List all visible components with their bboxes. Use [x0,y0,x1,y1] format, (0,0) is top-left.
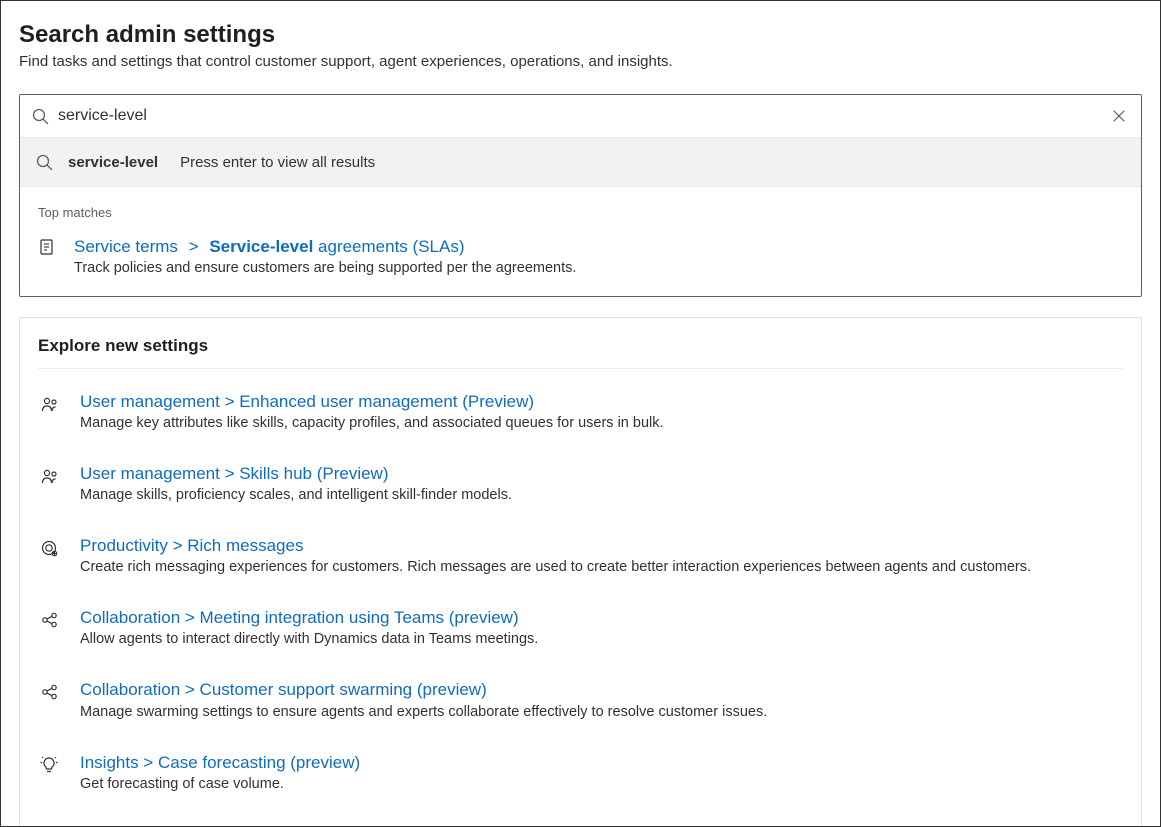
top-match-item: Service terms > Service-level agreements… [38,236,1123,276]
people-icon [38,393,60,415]
search-row [20,95,1141,137]
explore-panel: Explore new settings User management > E… [19,317,1142,827]
explore-link[interactable]: Insights > Case forecasting (preview) [80,752,1123,774]
match-breadcrumb-suffix: agreements (SLAs) [318,237,464,256]
match-breadcrumb-bold: Service-level [209,237,313,256]
explore-item: Collaboration > Meeting integration usin… [38,607,1123,647]
search-box-wrapper: service-level Press enter to view all re… [19,94,1142,297]
chevron-separator: > [189,237,199,256]
explore-content: User management > Skills hub (Preview) Ma… [80,463,1123,503]
explore-content: Productivity > Rich messages Create rich … [80,535,1123,575]
search-suggestion-row[interactable]: service-level Press enter to view all re… [20,137,1141,186]
match-description: Track policies and ensure customers are … [74,260,1123,276]
top-matches-section: Top matches Service terms > Service-leve… [20,186,1141,296]
match-content: Service terms > Service-level agreements… [74,236,1123,276]
clear-search-button[interactable] [1107,104,1131,128]
explore-content: User management > Enhanced user manageme… [80,391,1123,431]
lightbulb-icon [38,754,60,776]
page-title: Search admin settings [19,21,1142,49]
explore-item: User management > Skills hub (Preview) Ma… [38,463,1123,503]
share-icon [38,681,60,703]
share-icon [38,609,60,631]
explore-link[interactable]: Productivity > Rich messages [80,535,1123,557]
admin-settings-search-page: Search admin settings Find tasks and set… [0,0,1161,827]
explore-description: Manage skills, proficiency scales, and i… [80,487,1123,503]
explore-content: Collaboration > Customer support swarmin… [80,679,1123,719]
explore-title: Explore new settings [38,336,1123,356]
explore-link[interactable]: User management > Skills hub (Preview) [80,463,1123,485]
match-link-sla[interactable]: Service terms > Service-level agreements… [74,236,1123,258]
explore-description: Create rich messaging experiences for cu… [80,559,1123,575]
explore-content: Collaboration > Meeting integration usin… [80,607,1123,647]
match-breadcrumb-prefix: Service terms [74,237,178,256]
explore-link[interactable]: User management > Enhanced user manageme… [80,391,1123,413]
explore-item: User management > Enhanced user manageme… [38,391,1123,431]
explore-list: User management > Enhanced user manageme… [38,391,1123,792]
explore-description: Allow agents to interact directly with D… [80,631,1123,647]
explore-description: Manage key attributes like skills, capac… [80,415,1123,431]
divider [38,368,1123,369]
suggestion-term: service-level [68,154,158,171]
explore-item: Collaboration > Customer support swarmin… [38,679,1123,719]
search-input[interactable] [50,103,1107,129]
suggestion-hint: Press enter to view all results [180,154,375,171]
explore-item: Productivity > Rich messages Create rich … [38,535,1123,575]
explore-description: Get forecasting of case volume. [80,776,1123,792]
explore-content: Insights > Case forecasting (preview) Get… [80,752,1123,792]
top-matches-label: Top matches [38,205,1123,220]
explore-link[interactable]: Collaboration > Meeting integration usin… [80,607,1123,629]
explore-link[interactable]: Collaboration > Customer support swarmin… [80,679,1123,701]
explore-item: Insights > Case forecasting (preview) Get… [38,752,1123,792]
document-icon [38,238,56,256]
search-icon [34,152,54,172]
close-icon [1110,107,1128,125]
people-icon [38,465,60,487]
target-icon [38,537,60,559]
search-icon [30,106,50,126]
page-subtitle: Find tasks and settings that control cus… [19,53,1142,70]
explore-description: Manage swarming settings to ensure agent… [80,704,1123,720]
